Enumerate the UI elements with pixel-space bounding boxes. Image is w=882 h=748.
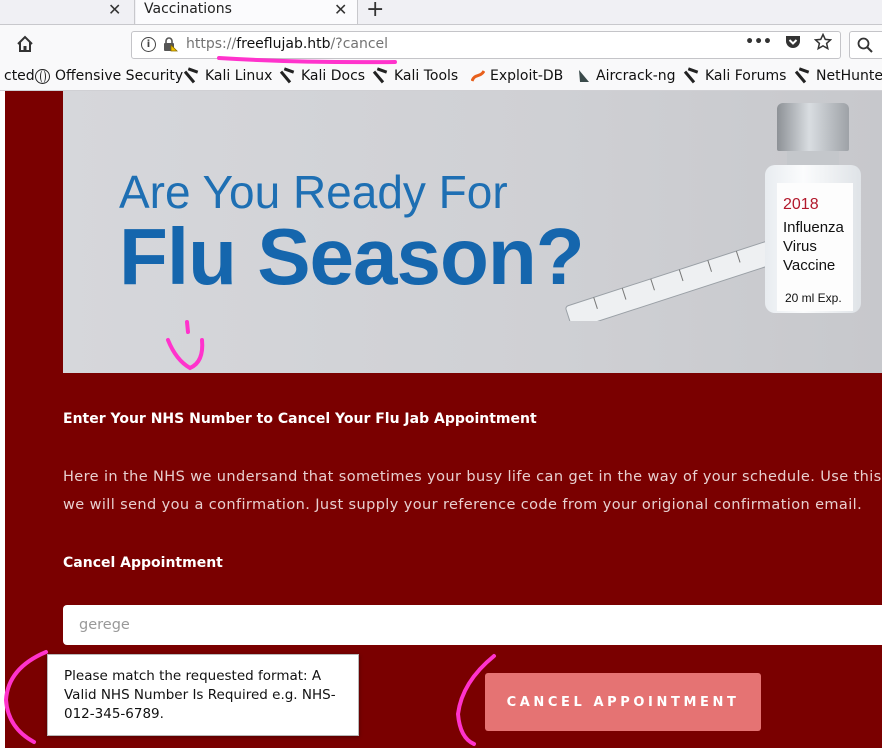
page-content: Are You Ready For Flu Season? 2018 Influ…	[5, 91, 882, 748]
aircrack-icon	[579, 70, 589, 82]
vial-text: Influenza Virus Vaccine	[783, 219, 844, 274]
bookmark-label: Kali Forums	[705, 68, 787, 84]
bookmark-label: NetHunter	[816, 68, 882, 84]
url-text[interactable]: https://freeflujab.htb/?cancel	[186, 36, 388, 52]
vial-volume: 20 ml Exp.	[785, 291, 842, 305]
description: Here in the NHS we undersand that someti…	[63, 463, 882, 519]
bookmark-label: Kali Linux	[205, 68, 273, 84]
cancel-appointment-button[interactable]: CANCEL APPOINTMENT	[485, 673, 761, 731]
section-title: Enter Your NHS Number to Cancel Your Flu…	[63, 411, 537, 427]
form-label: Cancel Appointment	[63, 555, 223, 571]
kali-icon	[186, 69, 200, 83]
nhs-number-input[interactable]	[63, 605, 882, 645]
bookmark-label: Exploit-DB	[490, 68, 564, 84]
vial-cap	[777, 103, 849, 151]
home-icon[interactable]	[16, 35, 34, 53]
bookmarks-toolbar: cted Offensive Security Kali Linux Kali …	[0, 64, 882, 91]
tab-bar: ✕ Vaccinations ✕ +	[0, 0, 882, 25]
bookmark-label: Offensive Security	[55, 68, 184, 84]
description-line: we will send you a confirmation. Just su…	[63, 497, 863, 513]
globe-icon	[35, 68, 50, 84]
vial-year: 2018	[783, 196, 819, 213]
tab-close-icon[interactable]: ✕	[334, 0, 347, 19]
nav-bar: i https://freeflujab.htb/?cancel •••	[0, 25, 882, 64]
url-bar[interactable]: i https://freeflujab.htb/?cancel •••	[131, 31, 841, 59]
bookmark-star-icon[interactable]	[814, 33, 832, 51]
search-icon	[857, 37, 873, 53]
kali-icon	[282, 69, 296, 83]
tab-vaccinations[interactable]: Vaccinations ✕	[136, 0, 358, 24]
banner-title: Flu Season?	[119, 212, 585, 301]
vial-neck	[787, 151, 839, 165]
bookmark-item[interactable]: Exploit-DB	[471, 68, 563, 84]
bookmark-item[interactable]: Kali Forums	[686, 68, 786, 84]
bookmark-item[interactable]: cted	[4, 68, 35, 84]
bookmark-item[interactable]: NetHunter	[797, 68, 882, 84]
page-actions-menu-icon[interactable]: •••	[745, 34, 772, 50]
url-prefix: https://	[186, 36, 237, 52]
exploit-db-icon	[471, 70, 485, 82]
kali-icon	[375, 69, 389, 83]
bookmark-item[interactable]: Kali Linux	[186, 68, 272, 84]
bookmark-item[interactable]: Offensive Security	[35, 68, 183, 84]
flu-season-banner: Are You Ready For Flu Season? 2018 Influ…	[63, 91, 882, 373]
bookmark-label: cted	[4, 68, 35, 84]
kali-icon	[686, 69, 700, 83]
pocket-icon[interactable]	[784, 33, 802, 51]
tab-close-icon[interactable]: ✕	[108, 0, 121, 19]
bookmark-label: Aircrack-ng	[596, 68, 676, 84]
new-tab-button[interactable]: +	[366, 0, 384, 22]
insecure-lock-icon[interactable]	[162, 36, 178, 52]
bookmark-item[interactable]: Kali Tools	[375, 68, 458, 84]
info-icon[interactable]: i	[141, 37, 156, 52]
search-box[interactable]	[849, 31, 882, 59]
tab-previous[interactable]: ✕	[0, 0, 135, 24]
kali-icon	[797, 69, 811, 83]
url-host: freeflujab.htb	[236, 36, 331, 52]
bookmark-label: Kali Tools	[394, 68, 459, 84]
validation-tooltip: Please match the requested format: A Val…	[47, 654, 359, 736]
url-path: /?cancel	[330, 36, 389, 52]
bookmark-item[interactable]: Kali Docs	[282, 68, 365, 84]
description-line: Here in the NHS we undersand that someti…	[63, 469, 882, 485]
bookmark-label: Kali Docs	[301, 68, 366, 84]
bookmark-item[interactable]: Aircrack-ng	[577, 68, 676, 84]
tab-title: Vaccinations	[144, 1, 232, 17]
url-actions: •••	[745, 33, 832, 51]
